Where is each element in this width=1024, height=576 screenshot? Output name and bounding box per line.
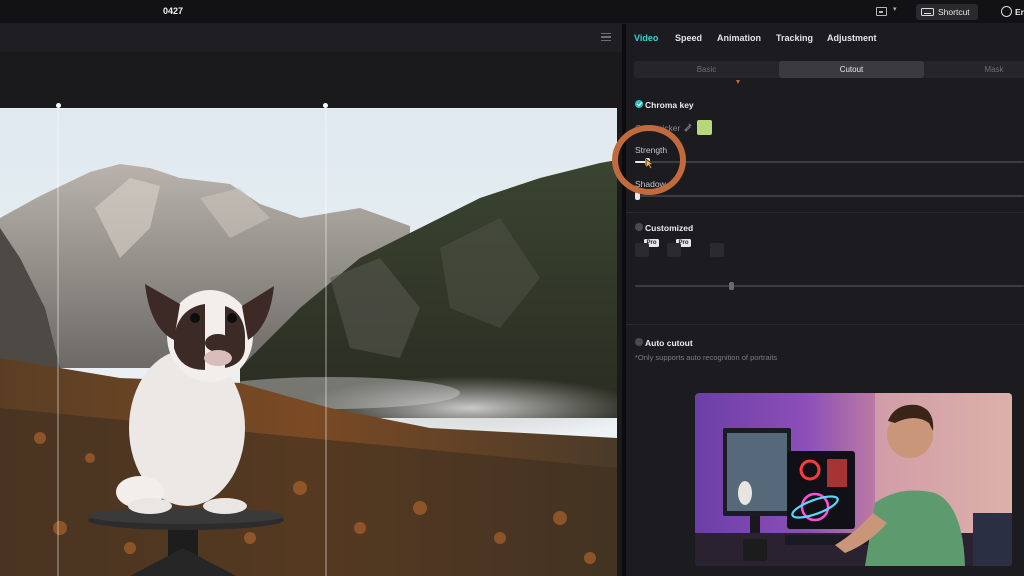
eyedropper-icon[interactable] <box>683 122 693 132</box>
customized-slider-track[interactable] <box>635 285 1024 287</box>
project-title: 0427 <box>163 6 184 16</box>
crop-handle-right[interactable] <box>323 103 328 108</box>
tab-video[interactable]: Video <box>634 33 658 43</box>
chroma-key-title: Chroma key <box>645 100 694 110</box>
auto-cutout-hint: *Only supports auto recognition of portr… <box>635 353 778 362</box>
segment-basic[interactable]: Basic <box>634 61 779 78</box>
shadow-slider-track[interactable] <box>635 195 1024 197</box>
customized-slider-thumb[interactable] <box>729 282 734 290</box>
cursor-icon <box>645 158 655 170</box>
shortcut-button[interactable]: Shortcut <box>916 4 978 20</box>
customized-title: Customized <box>645 223 694 233</box>
tab-animation[interactable]: Animation <box>717 33 761 43</box>
picked-color-swatch[interactable] <box>697 120 712 135</box>
keyboard-icon <box>921 8 934 16</box>
tab-speed[interactable]: Speed <box>675 33 702 43</box>
preview-image <box>0 108 617 576</box>
top-bar: 0427 ▾ Shortcut En <box>0 0 1024 24</box>
auto-cutout-checkbox[interactable] <box>635 338 643 346</box>
auto-cutout-title: Auto cutout <box>645 338 693 348</box>
language-label: En <box>1015 7 1024 17</box>
crop-handle-left[interactable] <box>56 103 61 108</box>
layout-button[interactable]: ▾ <box>874 5 908 19</box>
menu-icon[interactable] <box>601 33 611 41</box>
strength-slider-track[interactable] <box>635 161 1024 163</box>
cutout-segmented-control: Basic Cutout Mask <box>634 61 1024 78</box>
chroma-key-checkbox[interactable] <box>635 100 643 108</box>
preview-panel <box>0 24 622 576</box>
section-divider <box>626 212 1024 213</box>
active-indicator <box>736 80 740 84</box>
shortcut-label: Shortcut <box>938 7 970 17</box>
customized-color-slot[interactable] <box>635 243 649 257</box>
layout-icon <box>876 7 887 16</box>
segment-cutout[interactable]: Cutout <box>779 61 924 78</box>
segment-mask[interactable]: Mask <box>924 61 1024 78</box>
globe-icon <box>1001 6 1012 17</box>
customized-checkbox[interactable] <box>635 223 643 231</box>
customized-color-slot[interactable] <box>667 243 681 257</box>
tab-tracking[interactable]: Tracking <box>776 33 813 43</box>
webcam-image <box>695 393 1012 566</box>
section-divider <box>626 324 1024 325</box>
chevron-down-icon: ▾ <box>893 6 897 13</box>
inspector-tabs: Video Speed Animation Tracking Adjustmen… <box>626 24 1024 52</box>
preview-canvas[interactable] <box>0 108 617 576</box>
presenter-webcam <box>695 393 1012 566</box>
customized-color-slot[interactable] <box>710 243 724 257</box>
tab-adjustment[interactable]: Adjustment <box>827 33 877 43</box>
language-button[interactable]: En <box>997 4 1024 20</box>
preview-header <box>0 24 622 52</box>
